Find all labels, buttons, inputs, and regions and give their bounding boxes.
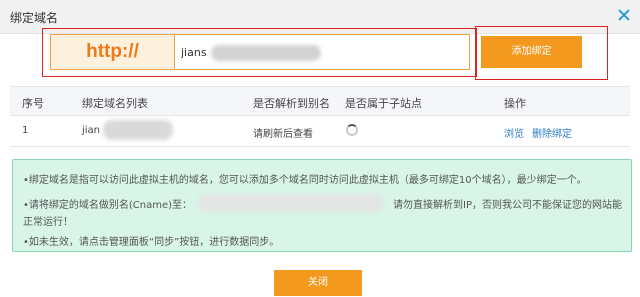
notice-box: •绑定域名是指可以访问此虚拟主机的域名，您可以添加多个域名同时访问此虚拟主机（最… [12, 159, 632, 252]
col-domain-list: 绑定域名列表 [82, 97, 148, 110]
row-index: 1 [22, 125, 29, 136]
close-button[interactable]: 关闭 [274, 270, 362, 296]
row-alias-status: 请刷新后查看 [253, 129, 313, 140]
close-icon[interactable] [616, 7, 632, 23]
table-row: 1 jian 请刷新后查看 浏览 删除绑定 [10, 116, 630, 147]
col-alias: 是否解析到别名 [253, 97, 330, 110]
add-binding-button[interactable]: 添加绑定 [481, 36, 582, 68]
notice-line-2b: 请勿直接解析到IP，否则我公司不能保证您的网站能 [393, 200, 622, 211]
notice-line-1: •绑定域名是指可以访问此虚拟主机的域名，您可以添加多个域名同时访问此虚拟主机（最… [23, 175, 587, 186]
row-domain: jian [82, 125, 101, 136]
col-actions: 操作 [504, 97, 526, 110]
domain-input-group: http:// [50, 34, 470, 70]
notice-line-4: •如未生效，请点击管理面板“同步”按钮，进行数据同步。 [23, 237, 280, 248]
browse-link[interactable]: 浏览 [504, 125, 524, 140]
notice-line-2a: •请将绑定的域名做别名(Cname)至： [23, 200, 193, 211]
redacted-cname [198, 194, 384, 212]
redacted-row-domain [103, 120, 173, 140]
table-header: 序号 绑定域名列表 是否解析到别名 是否属于子站点 操作 [10, 86, 630, 116]
notice-line-3: 正常运行！ [23, 217, 73, 228]
protocol-prefix: http:// [51, 35, 175, 69]
col-subsite: 是否属于子站点 [345, 97, 422, 110]
dialog-title: 绑定域名 [10, 11, 59, 25]
col-index: 序号 [22, 97, 44, 110]
loading-spinner-icon [346, 124, 358, 136]
redacted-domain [211, 45, 321, 61]
delete-binding-link[interactable]: 删除绑定 [532, 125, 572, 140]
